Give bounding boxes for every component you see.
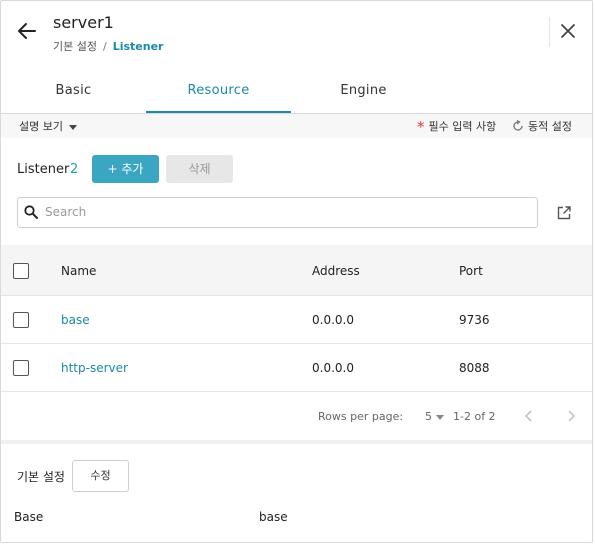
detail-panel: server1 기본 설정 / Listener Basic Resource En… [0,0,593,543]
close-icon[interactable] [557,20,579,42]
edit-button[interactable]: 수정 [72,460,129,492]
table-row [1,296,592,344]
rows-per-page-value: 5 [425,410,432,423]
required-legend: * 필수 입력 사항 [417,118,496,136]
column-address[interactable]: Address [312,264,360,278]
dynamic-label: 동적 설정 [528,120,572,133]
setting-key: Base [14,510,44,524]
basic-settings-title: 기본 설정 [17,470,65,484]
breadcrumb-current: Listener [112,40,164,53]
options-bar [1,114,592,138]
description-toggle[interactable]: 설명 보기 [19,118,77,134]
breadcrumb-separator: / [102,40,107,53]
row-port: 8088 [459,361,490,375]
breadcrumb: 기본 설정 / Listener [53,38,163,54]
row-name-link[interactable]: base [61,313,90,327]
tab-resource[interactable]: Resource [146,67,291,113]
external-link-icon[interactable] [556,205,572,221]
page-title: server1 [53,13,114,32]
search-icon [24,205,38,219]
caret-down-icon [68,124,77,130]
row-checkbox[interactable] [13,360,29,376]
row-address: 0.0.0.0 [312,313,354,327]
search-input[interactable] [45,199,525,224]
pagination [1,392,592,440]
description-toggle-label: 설명 보기 [19,120,63,133]
chevron-right-icon[interactable] [563,408,579,424]
rows-per-page-label: Rows per page: [318,410,404,423]
breadcrumb-parent[interactable]: 기본 설정 [53,40,97,53]
row-name-link[interactable]: http-server [61,361,128,375]
row-checkbox[interactable] [13,312,29,328]
column-port[interactable]: Port [459,264,483,278]
listener-title: Listener [17,162,70,177]
required-label: 필수 입력 사항 [428,120,497,133]
tab-engine[interactable]: Engine [291,67,436,113]
select-all-checkbox[interactable] [13,263,29,279]
row-port: 9736 [459,313,490,327]
arrow-left-icon[interactable] [15,19,39,43]
section-divider [1,440,592,444]
delete-button[interactable]: 삭제 [166,155,233,183]
page-range: 1-2 of 2 [453,410,496,423]
dynamic-legend: 동적 설정 [512,118,572,134]
caret-down-icon [436,414,444,420]
panel-header [1,1,592,67]
setting-value: base [259,510,288,524]
row-address: 0.0.0.0 [312,361,354,375]
refresh-icon [513,119,523,131]
rows-per-page-select[interactable]: 5 [425,410,444,423]
chevron-left-icon[interactable] [521,408,537,424]
header-divider [549,17,550,47]
required-marker: * [417,118,425,136]
listener-count: 2 [70,162,79,177]
add-button[interactable]: + 추가 [92,155,159,183]
tab-bar: Basic Resource Engine [1,67,592,114]
column-name[interactable]: Name [61,264,96,278]
tab-basic[interactable]: Basic [1,67,146,113]
